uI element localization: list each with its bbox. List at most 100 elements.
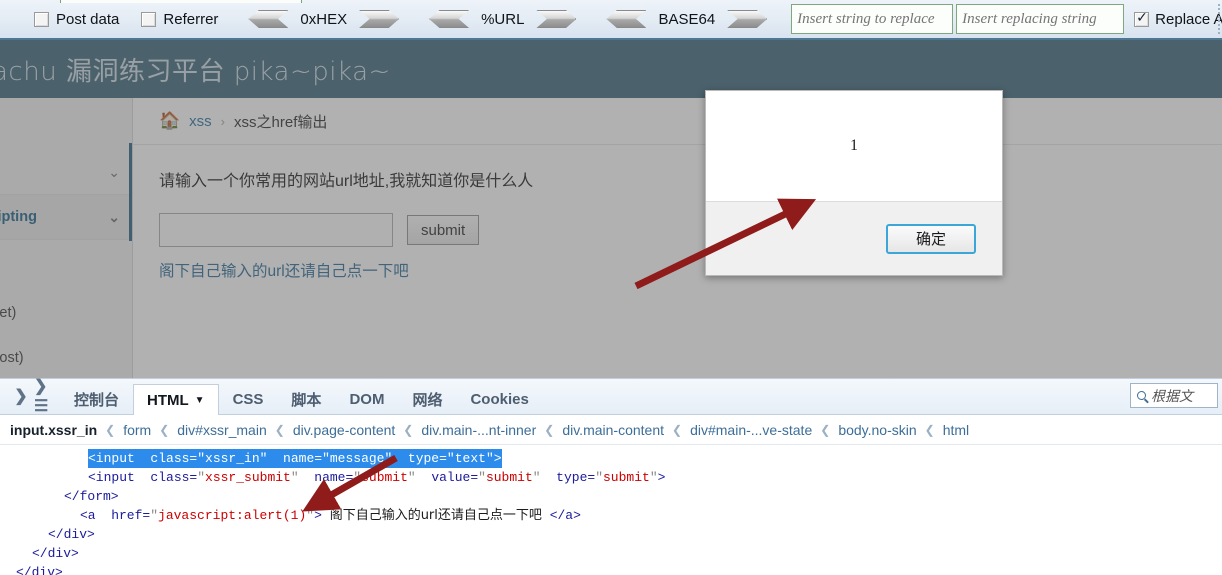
checkbox-box-post-data[interactable] <box>34 11 49 27</box>
checkbox-box-replace-all[interactable] <box>1134 10 1150 27</box>
tab-script[interactable]: 脚本 <box>277 384 335 414</box>
chevron-down-icon-xss: ⌄ <box>108 208 120 225</box>
tab-cookies[interactable]: Cookies <box>456 384 542 414</box>
dom-breadcrumb-item[interactable]: div#xssr_main <box>177 422 266 438</box>
url-decode-arrow-icon[interactable] <box>429 10 470 28</box>
dom-breadcrumb-separator: ❮ <box>159 422 170 437</box>
sidebar-active-accent <box>129 143 132 241</box>
main-content: 🏠 xss › xss之href输出 请输入一个你常用的网站url地址,我就知道… <box>133 98 1222 378</box>
dom-breadcrumb-separator: ❮ <box>924 422 935 437</box>
dom-breadcrumb-separator: ❮ <box>274 422 285 437</box>
sidebar-item-xss-get-label: ss(get) <box>0 304 17 321</box>
chevron-down-icon: ⌄ <box>108 163 120 180</box>
dom-breadcrumb-item[interactable]: body.no-skin <box>838 422 916 438</box>
devtools-panel: ❯ ❯☰ 控制台 HTML ▼ CSS 脚本 DOM 网络 Cookies 根据… <box>0 378 1222 575</box>
tab-css[interactable]: CSS <box>219 384 278 414</box>
url-encode-arrow-icon[interactable] <box>536 10 577 28</box>
hex-decode-arrow-icon[interactable] <box>248 10 289 28</box>
dom-breadcrumb-item[interactable]: div.page-content <box>293 422 395 438</box>
sidebar-item-xss-get[interactable]: ss(get) <box>0 290 132 335</box>
toolbar-overflow-divider <box>1218 4 1220 34</box>
breadcrumb-current: xss之href输出 <box>234 113 328 131</box>
javascript-alert-dialog: 1 确定 <box>705 90 1003 276</box>
code-line[interactable]: <input class="xssr_submit" name="submit"… <box>0 468 1222 487</box>
chevron-right-icon[interactable]: ❯ <box>8 378 34 414</box>
checkbox-box-referrer[interactable] <box>141 11 157 27</box>
sidebar-item-xss-label: e Scripting <box>0 209 37 225</box>
replace-all-checkbox[interactable]: Replace All <box>1134 10 1222 28</box>
code-line[interactable]: </div> <box>0 525 1222 544</box>
caret-down-icon: ▼ <box>194 394 205 406</box>
base64-encode-arrow-icon[interactable] <box>727 10 768 28</box>
dom-breadcrumb-item[interactable]: div.main-...nt-inner <box>421 422 536 438</box>
hex-encode-arrow-icon[interactable] <box>359 10 400 28</box>
dom-breadcrumb-item[interactable]: html <box>943 422 969 438</box>
dom-breadcrumb-separator: ❮ <box>105 422 116 437</box>
xss-payload-link[interactable]: 阁下自己输入的url还请自己点一下吧 <box>159 259 1222 281</box>
code-line[interactable]: <input class="xssr_in" name="message" ty… <box>0 449 1222 468</box>
dom-breadcrumb-separator: ❮ <box>544 422 555 437</box>
dom-breadcrumb-separator: ❮ <box>403 422 414 437</box>
code-line[interactable]: <a href="javascript:alert(1)"> 阁下自己输入的ur… <box>0 506 1222 525</box>
alert-message: 1 <box>706 91 1002 201</box>
alert-ok-button[interactable]: 确定 <box>886 223 976 254</box>
tab-css-label: CSS <box>232 391 264 408</box>
submit-button[interactable]: submit <box>407 215 480 245</box>
prompt-text: 请输入一个你常用的网站url地址,我就知道你是什么人 <box>159 173 534 190</box>
url-label: %URL <box>481 10 525 28</box>
tab-html[interactable]: HTML ▼ <box>133 384 219 415</box>
sidebar-item-xss-post-label: ss(post) <box>0 349 24 366</box>
code-line[interactable]: </div> <box>0 544 1222 563</box>
replace-source-input[interactable] <box>791 4 954 34</box>
tab-console-label: 控制台 <box>74 392 120 409</box>
referrer-checkbox[interactable]: Referrer <box>141 11 218 28</box>
page-header: achu 漏洞练习平台 pika~pika~ <box>0 40 1222 98</box>
dom-breadcrumb-item[interactable]: div#main-...ve-state <box>690 422 812 438</box>
breadcrumb-separator: › <box>220 113 226 129</box>
post-data-label: Post data <box>56 10 120 28</box>
url-encoder-group: %URL <box>429 10 577 28</box>
code-line[interactable]: </form> <box>0 487 1222 506</box>
tab-script-label: 脚本 <box>291 392 322 409</box>
dom-breadcrumb-item[interactable]: form <box>123 422 151 438</box>
sidebar: ⌄ e Scripting ⌄ ss(get) ss(post) <box>0 98 133 378</box>
devtools-tabbar: ❯ ❯☰ 控制台 HTML ▼ CSS 脚本 DOM 网络 Cookies 根据… <box>0 378 1222 415</box>
pikachu-page: achu 漏洞练习平台 pika~pika~ ⌄ e Scripting ⌄ s… <box>0 40 1222 378</box>
page-title: achu 漏洞练习平台 pika~pika~ <box>0 56 391 87</box>
tab-dom-label: DOM <box>349 391 385 408</box>
post-data-checkbox[interactable]: Post data <box>34 11 119 28</box>
base64-label: BASE64 <box>658 10 716 28</box>
page-body: ⌄ e Scripting ⌄ ss(get) ss(post) 🏠 <box>0 98 1222 378</box>
dom-breadcrumb: input.xssr_in ❮ form ❮ div#xssr_main ❮ div.pag… <box>0 415 1222 445</box>
tab-console[interactable]: 控制台 <box>60 384 133 414</box>
tab-cookies-label: Cookies <box>470 391 529 408</box>
replace-all-label: Replace All <box>1155 10 1222 28</box>
code-line[interactable]: </div> <box>0 563 1222 575</box>
tab-network[interactable]: 网络 <box>398 384 456 414</box>
sidebar-item-collapsed[interactable]: ⌄ <box>0 150 132 195</box>
hex-encoder-group: 0xHEX <box>248 10 400 28</box>
base64-encoder-group: BASE64 <box>606 10 768 28</box>
hackbar-toolbar: Post data Referrer 0xHEX %URL BASE64 Rep… <box>0 0 1222 40</box>
screenshot-root: Post data Referrer 0xHEX %URL BASE64 Rep… <box>0 0 1222 575</box>
dom-breadcrumb-item[interactable]: input.xssr_in <box>10 422 97 438</box>
html-source-view[interactable]: <input class="xssr_in" name="message" ty… <box>0 445 1222 575</box>
sidebar-top-spacer <box>0 98 132 150</box>
url-form: submit <box>159 213 1222 247</box>
breadcrumb-link-xss[interactable]: xss <box>189 113 212 130</box>
list-icon[interactable]: ❯☰ <box>34 378 60 415</box>
dom-breadcrumb-item[interactable]: div.main-content <box>562 422 664 438</box>
alert-footer: 确定 <box>706 201 1002 275</box>
base64-decode-arrow-icon[interactable] <box>606 10 647 28</box>
url-input[interactable] <box>159 213 393 247</box>
sidebar-item-xss-post[interactable]: ss(post) <box>0 335 132 380</box>
tab-dom[interactable]: DOM <box>335 384 398 414</box>
search-icon <box>1137 391 1146 400</box>
devtools-search-input[interactable]: 根据文 <box>1130 383 1218 408</box>
replace-target-input[interactable] <box>956 4 1125 34</box>
home-icon[interactable]: 🏠 <box>159 111 180 131</box>
tab-network-label: 网络 <box>412 392 443 409</box>
sidebar-item-xss[interactable]: e Scripting ⌄ <box>0 195 132 240</box>
breadcrumb: 🏠 xss › xss之href输出 <box>133 98 1222 145</box>
